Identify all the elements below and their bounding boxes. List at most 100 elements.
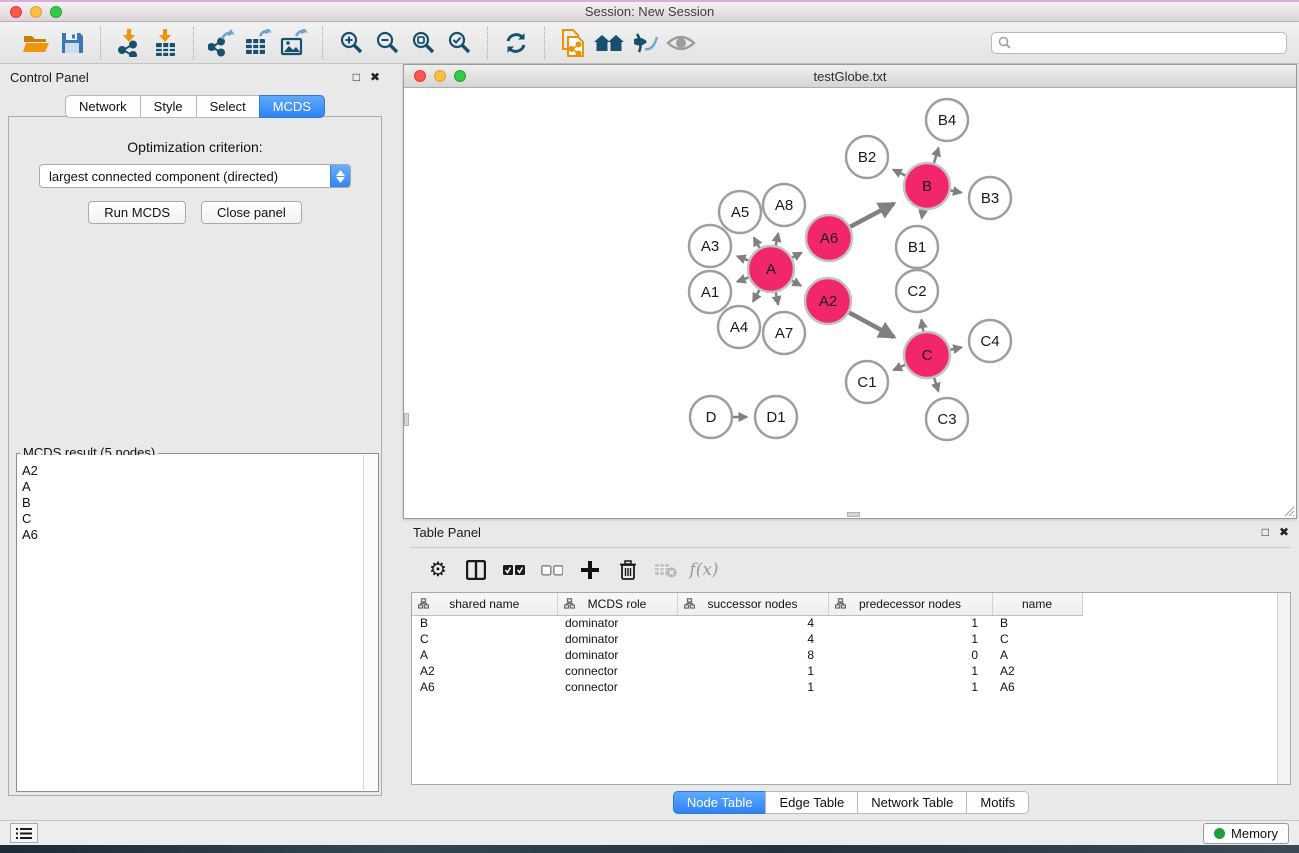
search-field[interactable] bbox=[991, 32, 1287, 54]
result-item[interactable]: A6 bbox=[18, 527, 363, 543]
tab-node-table[interactable]: Node Table bbox=[673, 791, 767, 814]
float-table-panel-icon[interactable]: □ bbox=[1262, 526, 1269, 538]
refresh-icon[interactable] bbox=[498, 27, 534, 59]
node-B1[interactable]: B1 bbox=[896, 226, 938, 268]
zoom-selected-icon[interactable] bbox=[441, 27, 477, 59]
node-A3[interactable]: A3 bbox=[689, 225, 731, 267]
node-B2[interactable]: B2 bbox=[846, 136, 888, 178]
node-A5[interactable]: A5 bbox=[719, 191, 761, 233]
zoom-fit-icon[interactable] bbox=[405, 27, 441, 59]
import-network-icon[interactable] bbox=[111, 27, 147, 59]
float-panel-icon[interactable]: □ bbox=[353, 71, 360, 83]
hide-details-icon[interactable] bbox=[627, 27, 663, 59]
edge-B-B2[interactable] bbox=[893, 170, 905, 176]
task-history-button[interactable] bbox=[10, 823, 38, 843]
zoom-in-icon[interactable] bbox=[333, 27, 369, 59]
node-C2[interactable]: C2 bbox=[896, 270, 938, 312]
edge-A-A7[interactable] bbox=[776, 293, 778, 305]
table-row[interactable]: Adominator80A bbox=[412, 647, 1082, 663]
table-row[interactable]: Cdominator41C bbox=[412, 631, 1082, 647]
node-D1[interactable]: D1 bbox=[755, 396, 797, 438]
tab-style[interactable]: Style bbox=[140, 95, 197, 118]
edge-B-B4[interactable] bbox=[934, 148, 939, 163]
node-A[interactable]: A bbox=[748, 246, 794, 292]
show-columns-icon[interactable] bbox=[461, 555, 491, 585]
edge-A-A8[interactable] bbox=[776, 233, 778, 245]
edge-A-A2[interactable] bbox=[792, 281, 801, 286]
edge-C-C1[interactable] bbox=[893, 365, 905, 370]
node-C4[interactable]: C4 bbox=[969, 320, 1011, 362]
close-panel-icon[interactable]: ✖ bbox=[370, 71, 380, 83]
import-table-icon[interactable] bbox=[147, 27, 183, 59]
edge-B-B1[interactable] bbox=[922, 210, 923, 219]
home-icon[interactable] bbox=[591, 27, 627, 59]
tab-network-table[interactable]: Network Table bbox=[857, 791, 967, 814]
network-canvas[interactable]: B4 B2 B B3 A8A5 A6 A3 B1 A A1 C2 A2 A4A7 C4 C C1 C3 D D1 bbox=[404, 88, 1296, 517]
edge-C-C4[interactable] bbox=[950, 347, 961, 350]
left-pane-handle[interactable] bbox=[404, 413, 409, 426]
node-D[interactable]: D bbox=[690, 396, 732, 438]
node-B4[interactable]: B4 bbox=[926, 99, 968, 141]
network-graph[interactable]: B4 B2 B B3 A8A5 A6 A3 B1 A A1 C2 A2 A4A7 C4 C C1 C3 D D1 bbox=[404, 88, 1296, 517]
node-C3[interactable]: C3 bbox=[926, 398, 968, 440]
export-table-icon[interactable] bbox=[240, 27, 276, 59]
birdseye-handle[interactable] bbox=[847, 512, 860, 517]
edge-A2-C[interactable] bbox=[849, 312, 894, 337]
column-header-predecessor-nodes[interactable]: predecessor nodes bbox=[828, 593, 992, 615]
edge-A-A3[interactable] bbox=[737, 256, 748, 260]
tab-motifs[interactable]: Motifs bbox=[966, 791, 1029, 814]
clone-network-icon[interactable] bbox=[555, 27, 591, 59]
unselect-all-columns-icon[interactable] bbox=[537, 555, 567, 585]
node-C1[interactable]: C1 bbox=[846, 361, 888, 403]
tab-select[interactable]: Select bbox=[196, 95, 260, 118]
edge-C-C3[interactable] bbox=[934, 378, 938, 391]
column-header-MCDS-role[interactable]: MCDS role bbox=[557, 593, 677, 615]
close-panel-button[interactable]: Close panel bbox=[201, 201, 302, 224]
tab-mcds[interactable]: MCDS bbox=[259, 95, 325, 118]
result-item[interactable]: A bbox=[18, 479, 363, 495]
edge-A-A6[interactable] bbox=[792, 253, 801, 258]
node-A2[interactable]: A2 bbox=[805, 278, 851, 324]
table-row[interactable]: A2connector11A2 bbox=[412, 663, 1082, 679]
export-image-icon[interactable] bbox=[276, 27, 312, 59]
run-mcds-button[interactable]: Run MCDS bbox=[88, 201, 186, 224]
table-scrollbar[interactable] bbox=[1277, 593, 1290, 784]
node-A4[interactable]: A4 bbox=[718, 306, 760, 348]
node-A1[interactable]: A1 bbox=[689, 271, 731, 313]
close-table-panel-icon[interactable]: ✖ bbox=[1279, 526, 1289, 538]
tab-edge-table[interactable]: Edge Table bbox=[765, 791, 858, 814]
criterion-select[interactable]: largest connected component (directed) bbox=[39, 164, 351, 188]
edge-C-C2[interactable] bbox=[921, 320, 923, 332]
memory-button[interactable]: Memory bbox=[1203, 823, 1289, 844]
node-C[interactable]: C bbox=[904, 332, 950, 378]
show-details-icon[interactable] bbox=[663, 27, 699, 59]
save-session-icon[interactable] bbox=[54, 27, 90, 59]
select-all-columns-icon[interactable] bbox=[499, 555, 529, 585]
node-A6[interactable]: A6 bbox=[806, 215, 852, 261]
search-input[interactable] bbox=[1015, 36, 1280, 50]
tab-network[interactable]: Network bbox=[65, 95, 141, 118]
export-network-icon[interactable] bbox=[204, 27, 240, 59]
node-A8[interactable]: A8 bbox=[763, 184, 805, 226]
create-column-icon[interactable] bbox=[575, 555, 605, 585]
zoom-out-icon[interactable] bbox=[369, 27, 405, 59]
resize-grip-icon[interactable] bbox=[1281, 503, 1295, 517]
edge-B-B3[interactable] bbox=[951, 190, 962, 192]
result-item[interactable]: C bbox=[18, 511, 363, 527]
table-row[interactable]: Bdominator41B bbox=[412, 615, 1082, 631]
column-header-shared-name[interactable]: shared name bbox=[412, 593, 557, 615]
node-B[interactable]: B bbox=[904, 163, 950, 209]
open-file-icon[interactable] bbox=[18, 27, 54, 59]
delete-column-icon[interactable] bbox=[613, 555, 643, 585]
edge-A-A4[interactable] bbox=[753, 290, 759, 302]
column-header-name[interactable]: name bbox=[992, 593, 1082, 615]
result-scrollbar[interactable] bbox=[363, 455, 377, 790]
edge-A-A1[interactable] bbox=[737, 277, 748, 281]
table-settings-gear-icon[interactable]: ⚙ bbox=[423, 555, 453, 585]
node-B3[interactable]: B3 bbox=[969, 177, 1011, 219]
node-A7[interactable]: A7 bbox=[763, 312, 805, 354]
edge-A-A5[interactable] bbox=[754, 237, 760, 247]
edge-A6-B[interactable] bbox=[850, 204, 894, 227]
result-item[interactable]: A2 bbox=[18, 463, 363, 479]
table-row[interactable]: A6connector11A6 bbox=[412, 679, 1082, 695]
